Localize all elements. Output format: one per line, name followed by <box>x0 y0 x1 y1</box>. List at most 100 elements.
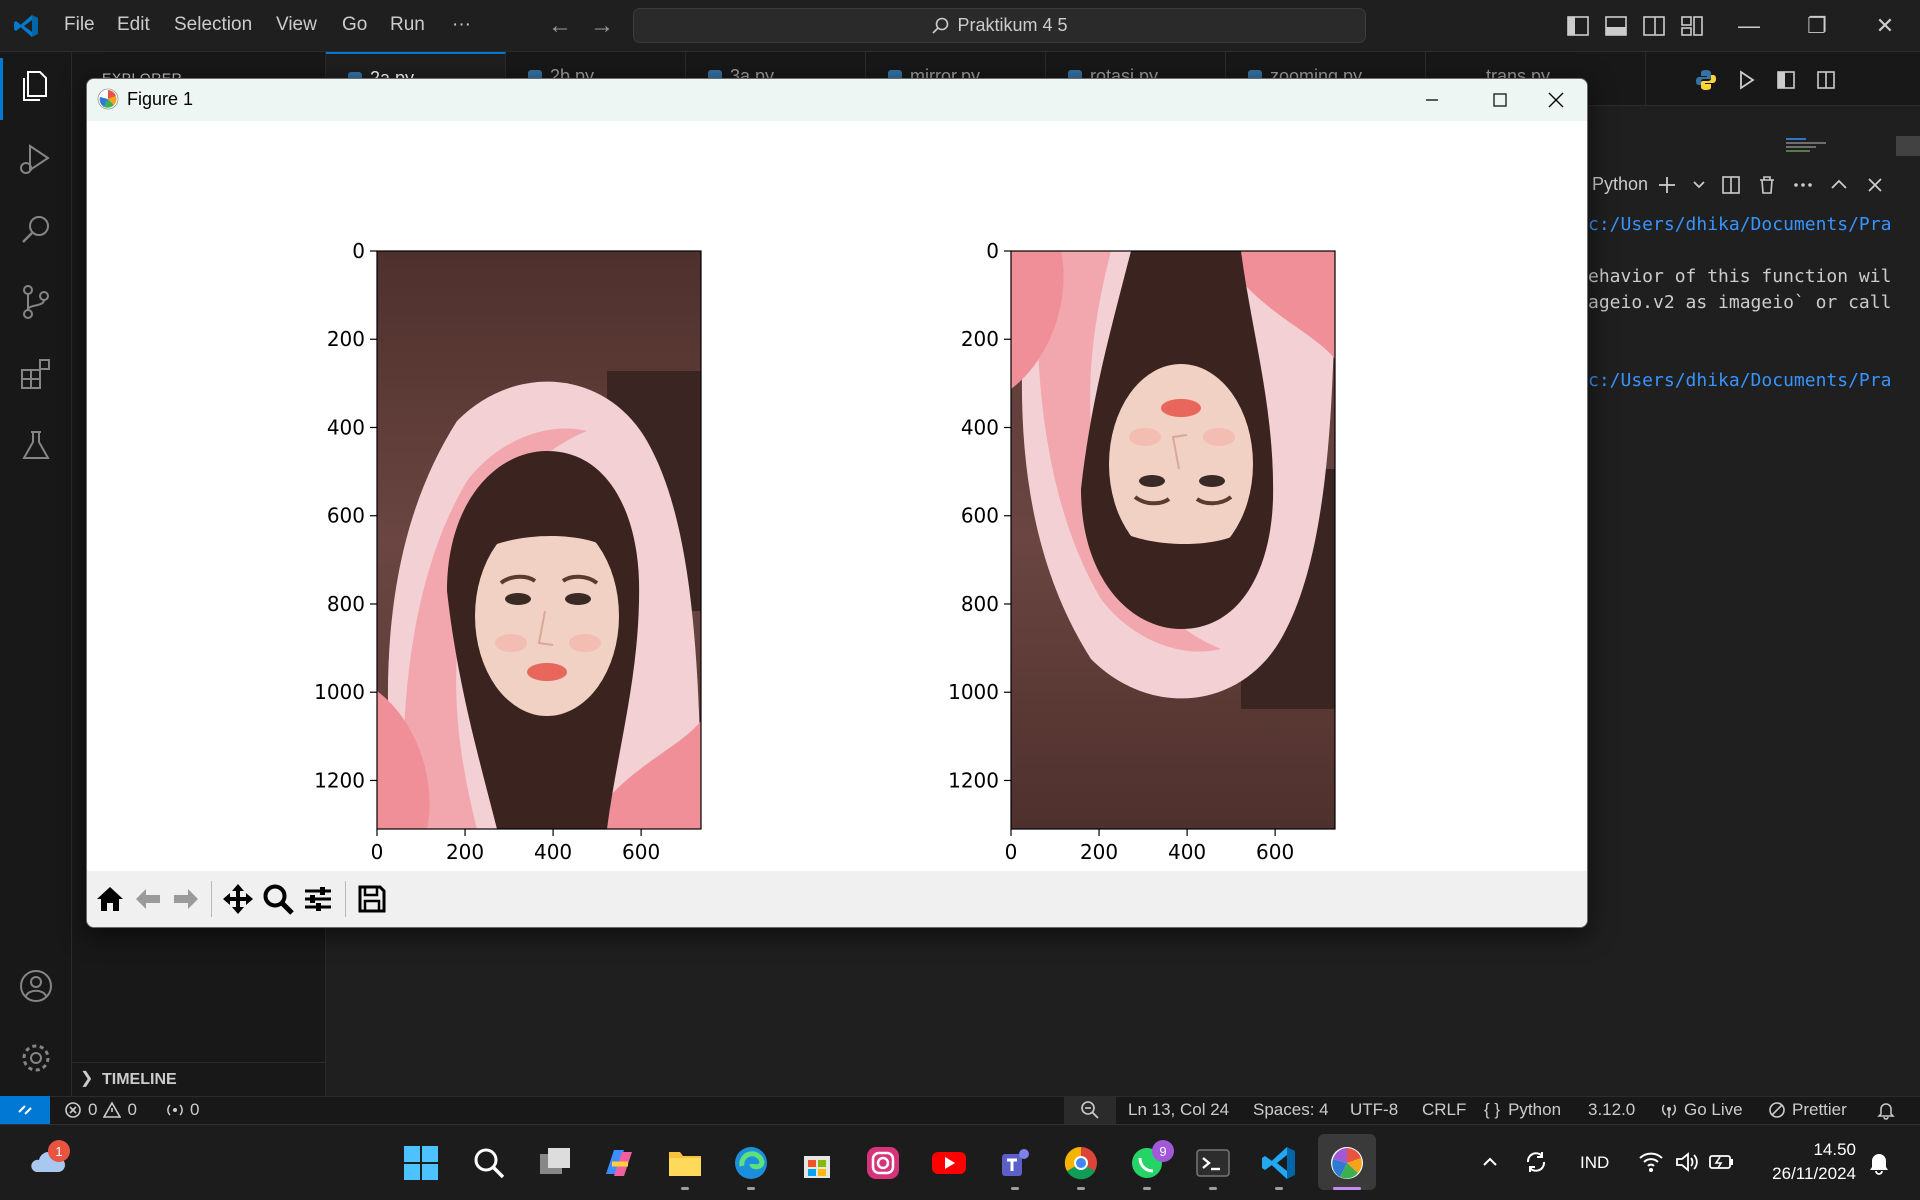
menu-run[interactable]: Run <box>390 14 425 36</box>
y-tick-label: 1200 <box>948 768 999 792</box>
new-terminal-plus-icon[interactable] <box>1656 174 1678 196</box>
zoom-indicator[interactable] <box>1064 1096 1116 1124</box>
editor-scrollbar[interactable] <box>1896 136 1920 156</box>
run-file-icon[interactable] <box>1734 68 1758 92</box>
vscode-taskbar-icon[interactable] <box>1260 1144 1298 1182</box>
wifi-icon[interactable] <box>1638 1150 1664 1174</box>
input-language[interactable]: IND <box>1580 1153 1609 1173</box>
end-of-line[interactable]: CRLF <box>1422 1100 1466 1120</box>
back-button[interactable] <box>129 879 167 919</box>
zoom-button[interactable] <box>259 879 297 919</box>
task-view-icon[interactable] <box>536 1144 574 1182</box>
cursor-position[interactable]: Ln 13, Col 24 <box>1128 1100 1229 1120</box>
extensions-icon[interactable] <box>14 352 58 396</box>
youtube-icon[interactable] <box>930 1144 968 1182</box>
python-interpreter[interactable]: 3.12.0 <box>1588 1100 1635 1120</box>
terminal-actions <box>1656 170 1920 200</box>
search-icon[interactable] <box>14 208 58 252</box>
minimize-window-button[interactable]: — <box>1727 10 1771 42</box>
source-control-icon[interactable] <box>14 280 58 324</box>
remote-icon <box>18 1105 32 1115</box>
chevron-up-icon[interactable] <box>1480 1152 1500 1172</box>
problems-indicator[interactable]: 0 0 <box>64 1100 137 1120</box>
explorer-icon[interactable] <box>14 64 58 108</box>
encoding[interactable]: UTF-8 <box>1350 1100 1398 1120</box>
go-live-button[interactable]: Go Live <box>1660 1100 1743 1120</box>
restore-window-button[interactable]: ❐ <box>1795 10 1839 42</box>
pan-button[interactable] <box>219 879 257 919</box>
close-window-button[interactable]: ✕ <box>1863 10 1907 42</box>
go-live-label: Go Live <box>1684 1100 1743 1119</box>
file-explorer-icon[interactable] <box>666 1144 704 1182</box>
open-changes-icon[interactable] <box>1774 68 1798 92</box>
account-icon[interactable] <box>14 964 58 1008</box>
copilot-icon[interactable] <box>600 1144 638 1182</box>
toggle-primary-sidebar-icon[interactable] <box>1564 12 1592 40</box>
windows-start-icon[interactable] <box>402 1144 440 1182</box>
settings-gear-icon[interactable] <box>14 1036 58 1080</box>
maximize-panel-icon[interactable] <box>1828 174 1850 196</box>
split-terminal-icon[interactable] <box>1720 174 1742 196</box>
terminal-icon[interactable] <box>1194 1144 1232 1182</box>
terminal-shell-label[interactable]: Python <box>1592 174 1648 195</box>
sync-icon[interactable] <box>1522 1148 1550 1176</box>
menu-selection[interactable]: Selection <box>174 14 252 36</box>
more-actions-icon[interactable] <box>1792 174 1814 196</box>
remote-indicator-button[interactable] <box>0 1096 50 1124</box>
run-debug-icon[interactable] <box>14 136 58 180</box>
toggle-panel-icon[interactable] <box>1602 12 1630 40</box>
ports-indicator[interactable]: 0 <box>166 1100 199 1120</box>
menu-more[interactable]: ··· <box>452 14 471 36</box>
language-mode[interactable]: { } Python <box>1484 1100 1561 1120</box>
figure-close-button[interactable] <box>1523 79 1587 121</box>
back-arrow-icon[interactable]: ← <box>548 12 572 40</box>
split-editor-icon[interactable] <box>1814 68 1838 92</box>
python-logo-icon[interactable] <box>1694 68 1718 92</box>
indentation[interactable]: Spaces: 4 <box>1253 1100 1329 1120</box>
teams-icon[interactable] <box>996 1144 1034 1182</box>
minimap[interactable] <box>1786 136 1834 156</box>
search-icon[interactable] <box>470 1144 508 1182</box>
home-button[interactable] <box>91 879 129 919</box>
save-button[interactable] <box>353 879 391 919</box>
clock-time[interactable]: 14.50 <box>1756 1140 1856 1160</box>
instagram-icon[interactable] <box>864 1144 902 1182</box>
menu-file[interactable]: File <box>64 14 95 36</box>
chevron-right-icon[interactable]: ❯ <box>80 1068 93 1088</box>
close-panel-icon[interactable] <box>1864 174 1886 196</box>
edge-browser-icon[interactable] <box>732 1144 770 1182</box>
notifications-bell-icon[interactable] <box>1866 1150 1892 1176</box>
toggle-secondary-sidebar-icon[interactable] <box>1640 12 1668 40</box>
figure-minimize-button[interactable] <box>1399 79 1465 121</box>
configure-subplots-button[interactable] <box>299 879 337 919</box>
command-center-search[interactable]: Praktikum 4 5 <box>633 8 1366 43</box>
figure-window[interactable]: Figure 1 0 200 400 600 800 1000 1200 0 2… <box>86 78 1588 928</box>
testing-flask-icon[interactable] <box>14 424 58 468</box>
forward-button[interactable] <box>167 879 205 919</box>
menu-edit[interactable]: Edit <box>117 14 150 36</box>
volume-icon[interactable] <box>1674 1150 1700 1174</box>
prettier-button[interactable]: Prettier <box>1768 1100 1847 1120</box>
customize-layout-icon[interactable] <box>1678 12 1706 40</box>
terminal-line: c:/Users/dhika/Documents/Pra <box>1588 214 1892 235</box>
clock-date[interactable]: 26/11/2024 <box>1736 1164 1856 1184</box>
menu-go[interactable]: Go <box>342 14 367 36</box>
figure-toolbar <box>87 871 1587 927</box>
menu-view[interactable]: View <box>276 14 317 36</box>
y-tick-label: 400 <box>961 415 999 439</box>
microsoft-store-icon[interactable] <box>798 1144 836 1182</box>
x-tick-label: 0 <box>371 840 384 864</box>
running-indicator <box>1143 1187 1151 1190</box>
figure-canvas[interactable]: 0 200 400 600 800 1000 1200 0 200 400 600 0 200 400 60… <box>87 121 1588 871</box>
figure-title: Figure 1 <box>127 89 194 109</box>
timeline-label[interactable]: TIMELINE <box>102 1071 177 1089</box>
notifications-bell-icon[interactable] <box>1876 1100 1896 1120</box>
figure-title-bar[interactable] <box>87 79 1587 121</box>
trash-icon[interactable] <box>1756 174 1778 196</box>
chevron-down-icon[interactable] <box>1692 174 1706 196</box>
broadcast-icon <box>1661 1104 1677 1118</box>
chrome-icon[interactable] <box>1062 1144 1100 1182</box>
search-icon <box>932 17 949 34</box>
forward-arrow-icon[interactable]: → <box>590 12 614 40</box>
battery-icon[interactable] <box>1708 1150 1734 1174</box>
